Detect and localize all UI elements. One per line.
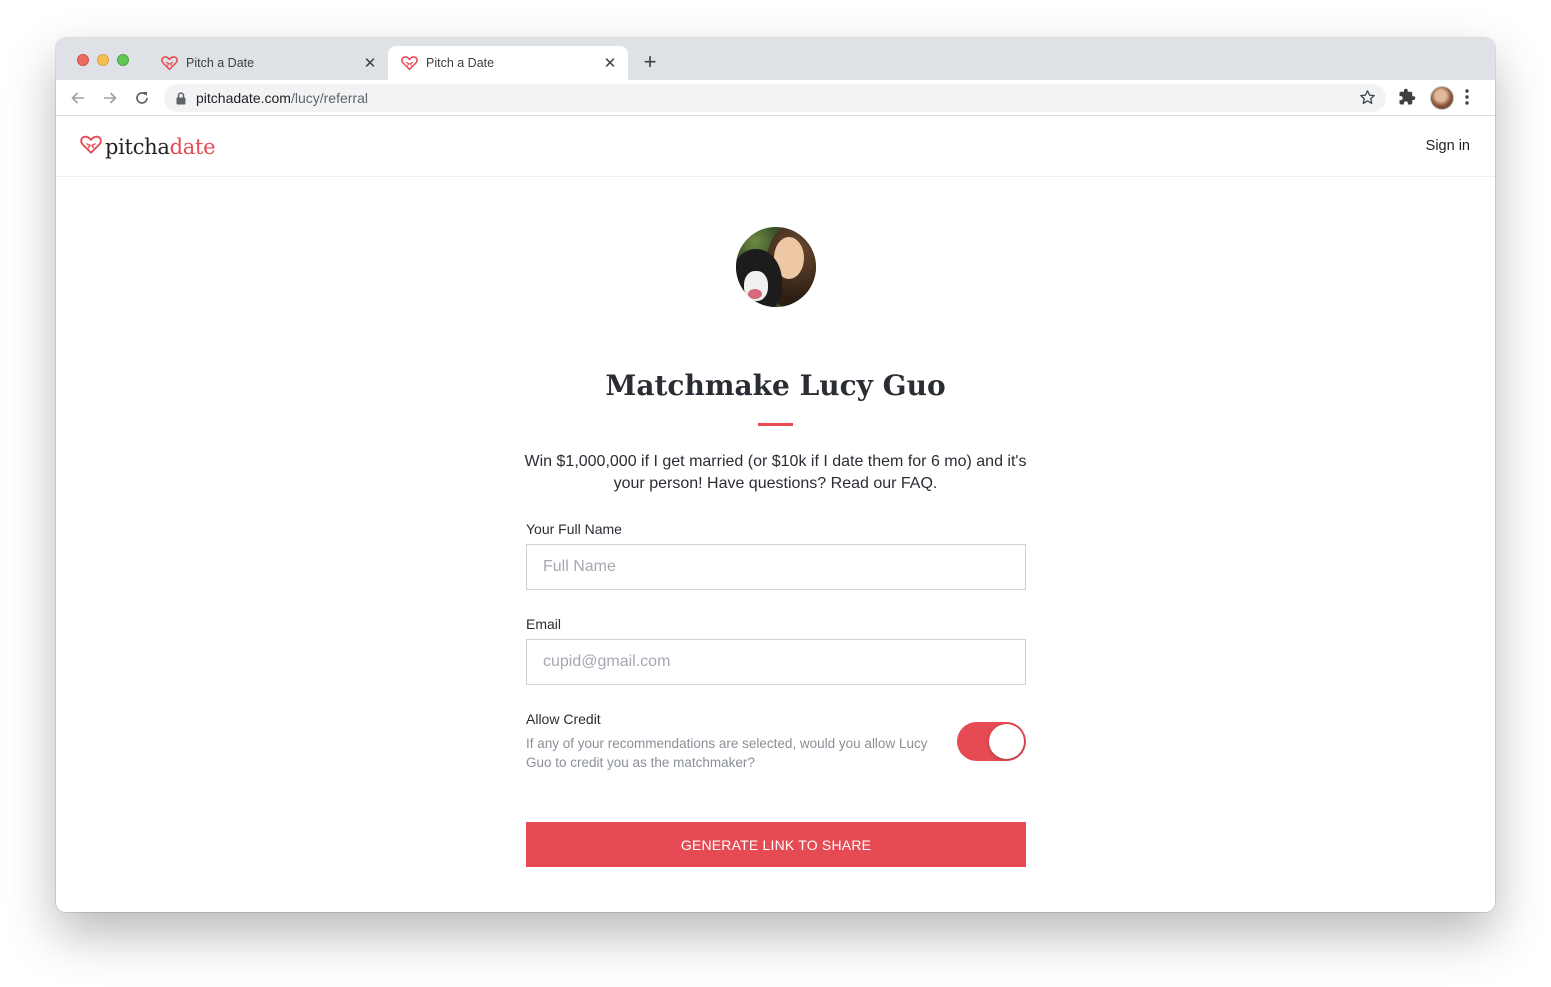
allow-credit-label: Allow Credit [526, 711, 601, 727]
full-name-input[interactable] [526, 544, 1026, 590]
maximize-window-button[interactable] [117, 54, 129, 66]
page-content: pitchadate Sign in Matchmake Lucy Guo Wi… [56, 117, 1495, 912]
browser-window: Pitch a Date ✕ Pitch a Date ✕ + pitchada… [56, 38, 1495, 912]
email-label: Email [526, 616, 562, 632]
generate-link-button[interactable]: GENERATE LINK TO SHARE [526, 822, 1026, 867]
star-icon[interactable] [1359, 89, 1376, 106]
sign-in-link[interactable]: Sign in [1426, 138, 1470, 154]
new-tab-button[interactable]: + [640, 51, 660, 73]
forward-arrow-icon[interactable] [98, 86, 122, 110]
tab-pitch-a-date-1[interactable]: Pitch a Date ✕ [148, 46, 388, 80]
kebab-menu-icon[interactable] [1464, 88, 1470, 106]
close-window-button[interactable] [77, 54, 89, 66]
site-header: pitchadate Sign in [56, 117, 1495, 177]
logo-text-date: date [169, 135, 216, 159]
title-divider [758, 423, 793, 426]
site-logo[interactable]: pitchadate [80, 134, 216, 160]
page-title: Matchmake Lucy Guo [605, 369, 946, 402]
reload-icon[interactable] [130, 86, 154, 110]
url-text: pitchadate.com/lucy/referral [196, 90, 368, 106]
profile-photo [736, 227, 816, 307]
close-tab-icon[interactable]: ✕ [602, 55, 618, 72]
puzzle-icon[interactable] [1398, 88, 1416, 106]
lock-icon [176, 91, 186, 105]
full-name-label: Your Full Name [526, 521, 622, 537]
tab-pitch-a-date-2[interactable]: Pitch a Date ✕ [388, 46, 628, 80]
url-domain: pitchadate.com [196, 90, 291, 106]
browser-toolbar: pitchadate.com/lucy/referral [56, 80, 1495, 116]
back-arrow-icon[interactable] [66, 86, 90, 110]
address-bar[interactable]: pitchadate.com/lucy/referral [164, 84, 1386, 112]
logo-text-pitcha: pitcha [105, 135, 170, 159]
profile-avatar[interactable] [1430, 86, 1454, 110]
minimize-window-button[interactable] [97, 54, 109, 66]
referral-description: Win $1,000,000 if I get married (or $10k… [524, 453, 1027, 492]
toggle-knob [989, 724, 1024, 759]
email-input[interactable] [526, 639, 1026, 685]
allow-credit-toggle[interactable] [957, 722, 1026, 761]
heart-logo-icon [160, 54, 178, 72]
logo-text: pitchadate [105, 135, 216, 159]
close-tab-icon[interactable]: ✕ [362, 55, 378, 72]
url-path: /lucy/referral [290, 90, 368, 106]
heart-logo-icon [80, 134, 102, 160]
allow-credit-description: If any of your recommendations are selec… [526, 736, 928, 770]
tab-title: Pitch a Date [186, 56, 255, 70]
tab-strip: Pitch a Date ✕ Pitch a Date ✕ + [56, 38, 1495, 80]
tab-title: Pitch a Date [426, 56, 495, 70]
heart-logo-icon [400, 54, 418, 72]
